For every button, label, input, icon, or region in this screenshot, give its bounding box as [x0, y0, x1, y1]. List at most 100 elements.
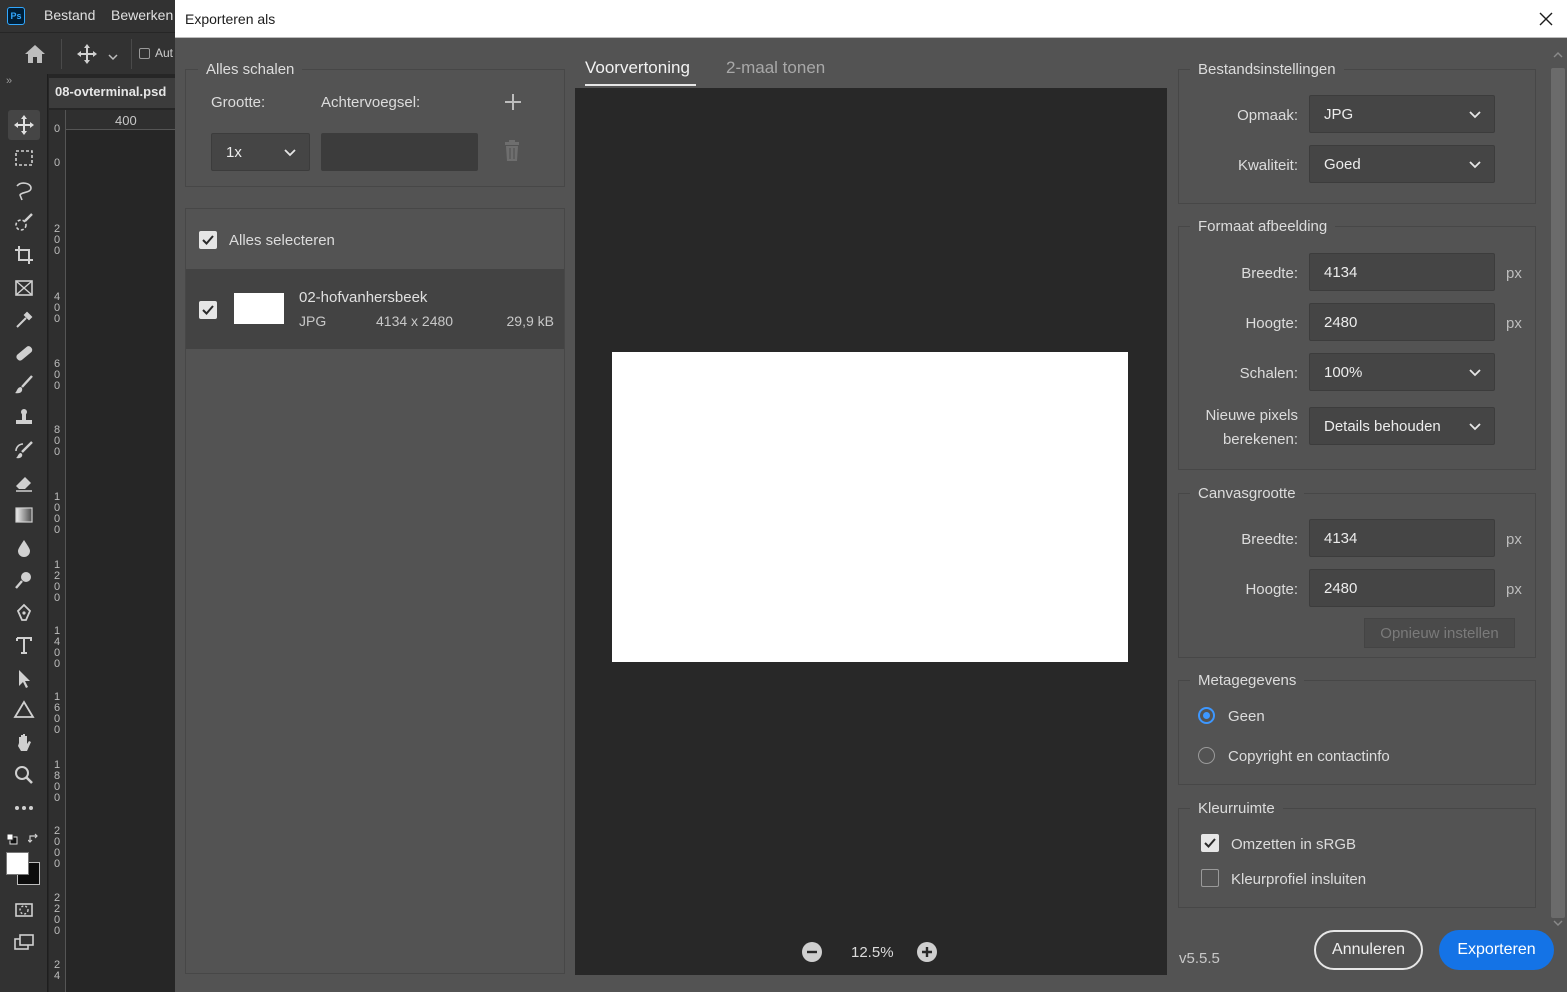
image-width-unit: px: [1506, 265, 1522, 282]
chevron-down-icon: [1469, 161, 1481, 169]
zoom-in-icon[interactable]: [917, 942, 937, 962]
swap-colors-icon[interactable]: [27, 832, 40, 844]
preview-canvas[interactable]: 12.5%: [575, 88, 1167, 975]
export-as-dialog: Exporteren als Alles schalen Grootte: Ac…: [175, 0, 1567, 992]
file-settings-group: [1178, 69, 1536, 204]
scale-all-legend: Alles schalen: [198, 61, 303, 78]
frame-tool-icon[interactable]: [8, 273, 40, 303]
stamp-tool-icon[interactable]: [8, 402, 40, 432]
pen-tool-icon[interactable]: [8, 598, 40, 628]
quick-mask-icon[interactable]: [8, 895, 40, 925]
blur-tool-icon[interactable]: [8, 533, 40, 563]
tab-preview[interactable]: Voorvertoning: [585, 58, 690, 78]
embed-profile-label: Kleurprofiel insluiten: [1231, 871, 1367, 888]
image-width-input[interactable]: 4134: [1309, 253, 1495, 291]
move-tool-icon[interactable]: [8, 110, 40, 140]
scroll-down-icon[interactable]: [1553, 914, 1563, 932]
zoom-level: 12.5%: [851, 944, 894, 961]
settings-scrollbar[interactable]: [1549, 40, 1567, 930]
canvas-height-unit: px: [1506, 581, 1522, 598]
photoshop-logo-icon: Ps: [7, 7, 25, 25]
move-tool-icon[interactable]: [74, 42, 100, 66]
size-label: Grootte:: [211, 94, 266, 111]
ruler-label: 1000: [53, 491, 61, 536]
scale-select[interactable]: 100%: [1309, 353, 1495, 391]
type-tool-icon[interactable]: [8, 630, 40, 660]
gradient-tool-icon[interactable]: [8, 500, 40, 530]
quality-select[interactable]: Goed: [1309, 145, 1495, 183]
ruler-horizontal: 400: [66, 110, 175, 130]
zoom-out-icon[interactable]: [802, 942, 822, 962]
export-button[interactable]: Exporteren: [1439, 930, 1554, 970]
healing-brush-tool-icon[interactable]: [8, 338, 40, 368]
quick-selection-tool-icon[interactable]: [8, 208, 40, 238]
expand-panel-icon[interactable]: »: [6, 75, 12, 87]
dodge-tool-icon[interactable]: [8, 565, 40, 595]
scroll-up-icon[interactable]: [1553, 46, 1563, 64]
zoom-tool-icon[interactable]: [8, 760, 40, 790]
auto-select-checkbox[interactable]: [139, 48, 150, 59]
ruler-label: 0: [53, 123, 61, 135]
scale-size-value: 1x: [226, 143, 242, 161]
canvas-height-input[interactable]: 2480: [1309, 569, 1495, 607]
suffix-label: Achtervoegsel:: [321, 94, 421, 111]
metadata-copyright-radio[interactable]: [1198, 747, 1215, 764]
document-tab[interactable]: 08-ovterminal.psd: [49, 78, 175, 108]
image-height-input[interactable]: 2480: [1309, 303, 1495, 341]
dialog-titlebar: Exporteren als: [175, 0, 1567, 38]
chevron-down-icon: [1469, 369, 1481, 377]
convert-srgb-checkbox[interactable]: [1201, 834, 1219, 852]
color-space-group: [1178, 808, 1536, 908]
history-brush-tool-icon[interactable]: [8, 435, 40, 465]
default-colors-icon[interactable]: [6, 832, 18, 845]
metadata-none-radio[interactable]: [1198, 707, 1215, 724]
asset-format: JPG: [299, 313, 327, 329]
brush-tool-icon[interactable]: [8, 370, 40, 400]
foreground-color-swatch[interactable]: [6, 852, 29, 875]
canvas-height-label: Hoogte:: [1245, 581, 1298, 598]
canvas-width-input[interactable]: 4134: [1309, 519, 1495, 557]
canvas-width-unit: px: [1506, 531, 1522, 548]
scale-value: 100%: [1324, 363, 1363, 381]
format-select[interactable]: JPG: [1309, 95, 1495, 133]
tab-2x-view[interactable]: 2-maal tonen: [726, 58, 825, 78]
image-width-value: 4134: [1324, 263, 1358, 281]
lasso-tool-icon[interactable]: [8, 176, 40, 206]
file-settings-legend: Bestandsinstellingen: [1190, 61, 1344, 78]
add-scale-icon[interactable]: [504, 93, 522, 111]
cancel-button[interactable]: Annuleren: [1314, 930, 1423, 970]
more-tools-icon[interactable]: [8, 793, 40, 823]
select-all-label: Alles selecteren: [229, 232, 335, 249]
eyedropper-tool-icon[interactable]: [8, 305, 40, 335]
marquee-tool-icon[interactable]: [8, 143, 40, 173]
suffix-input[interactable]: [321, 133, 478, 171]
ruler-label: 800: [53, 424, 61, 458]
scroll-thumb[interactable]: [1551, 68, 1565, 918]
resample-select[interactable]: Details behouden: [1309, 407, 1495, 445]
reset-button[interactable]: Opnieuw instellen: [1364, 618, 1515, 648]
trash-icon[interactable]: [502, 140, 522, 162]
asset-checkbox[interactable]: [199, 301, 217, 319]
hand-tool-icon[interactable]: [8, 728, 40, 758]
chevron-down-icon[interactable]: [107, 49, 119, 61]
image-width-label: Breedte:: [1241, 265, 1298, 282]
asset-list-item[interactable]: 02-hofvanhersbeek JPG 4134 x 2480 29,9 k…: [186, 269, 564, 349]
close-icon[interactable]: [1533, 6, 1559, 32]
home-icon[interactable]: [22, 42, 48, 66]
scale-label: Schalen:: [1239, 365, 1298, 382]
asset-dimensions: 4134 x 2480: [376, 313, 454, 329]
crop-tool-icon[interactable]: [8, 240, 40, 270]
screen-mode-icon[interactable]: [8, 927, 40, 957]
ruler-top-label: 400: [115, 113, 137, 128]
select-all-checkbox[interactable]: [199, 231, 217, 249]
path-selection-tool-icon[interactable]: [8, 663, 40, 693]
menu-bestand[interactable]: Bestand: [44, 7, 95, 23]
chevron-down-icon: [284, 149, 296, 157]
shape-tool-icon[interactable]: [8, 695, 40, 725]
menu-bewerken[interactable]: Bewerken: [111, 7, 173, 23]
ruler-label: 200: [53, 223, 61, 257]
embed-profile-checkbox[interactable]: [1201, 869, 1219, 887]
scale-size-select[interactable]: 1x: [211, 133, 310, 171]
quality-value: Goed: [1324, 155, 1361, 173]
eraser-tool-icon[interactable]: [8, 468, 40, 498]
